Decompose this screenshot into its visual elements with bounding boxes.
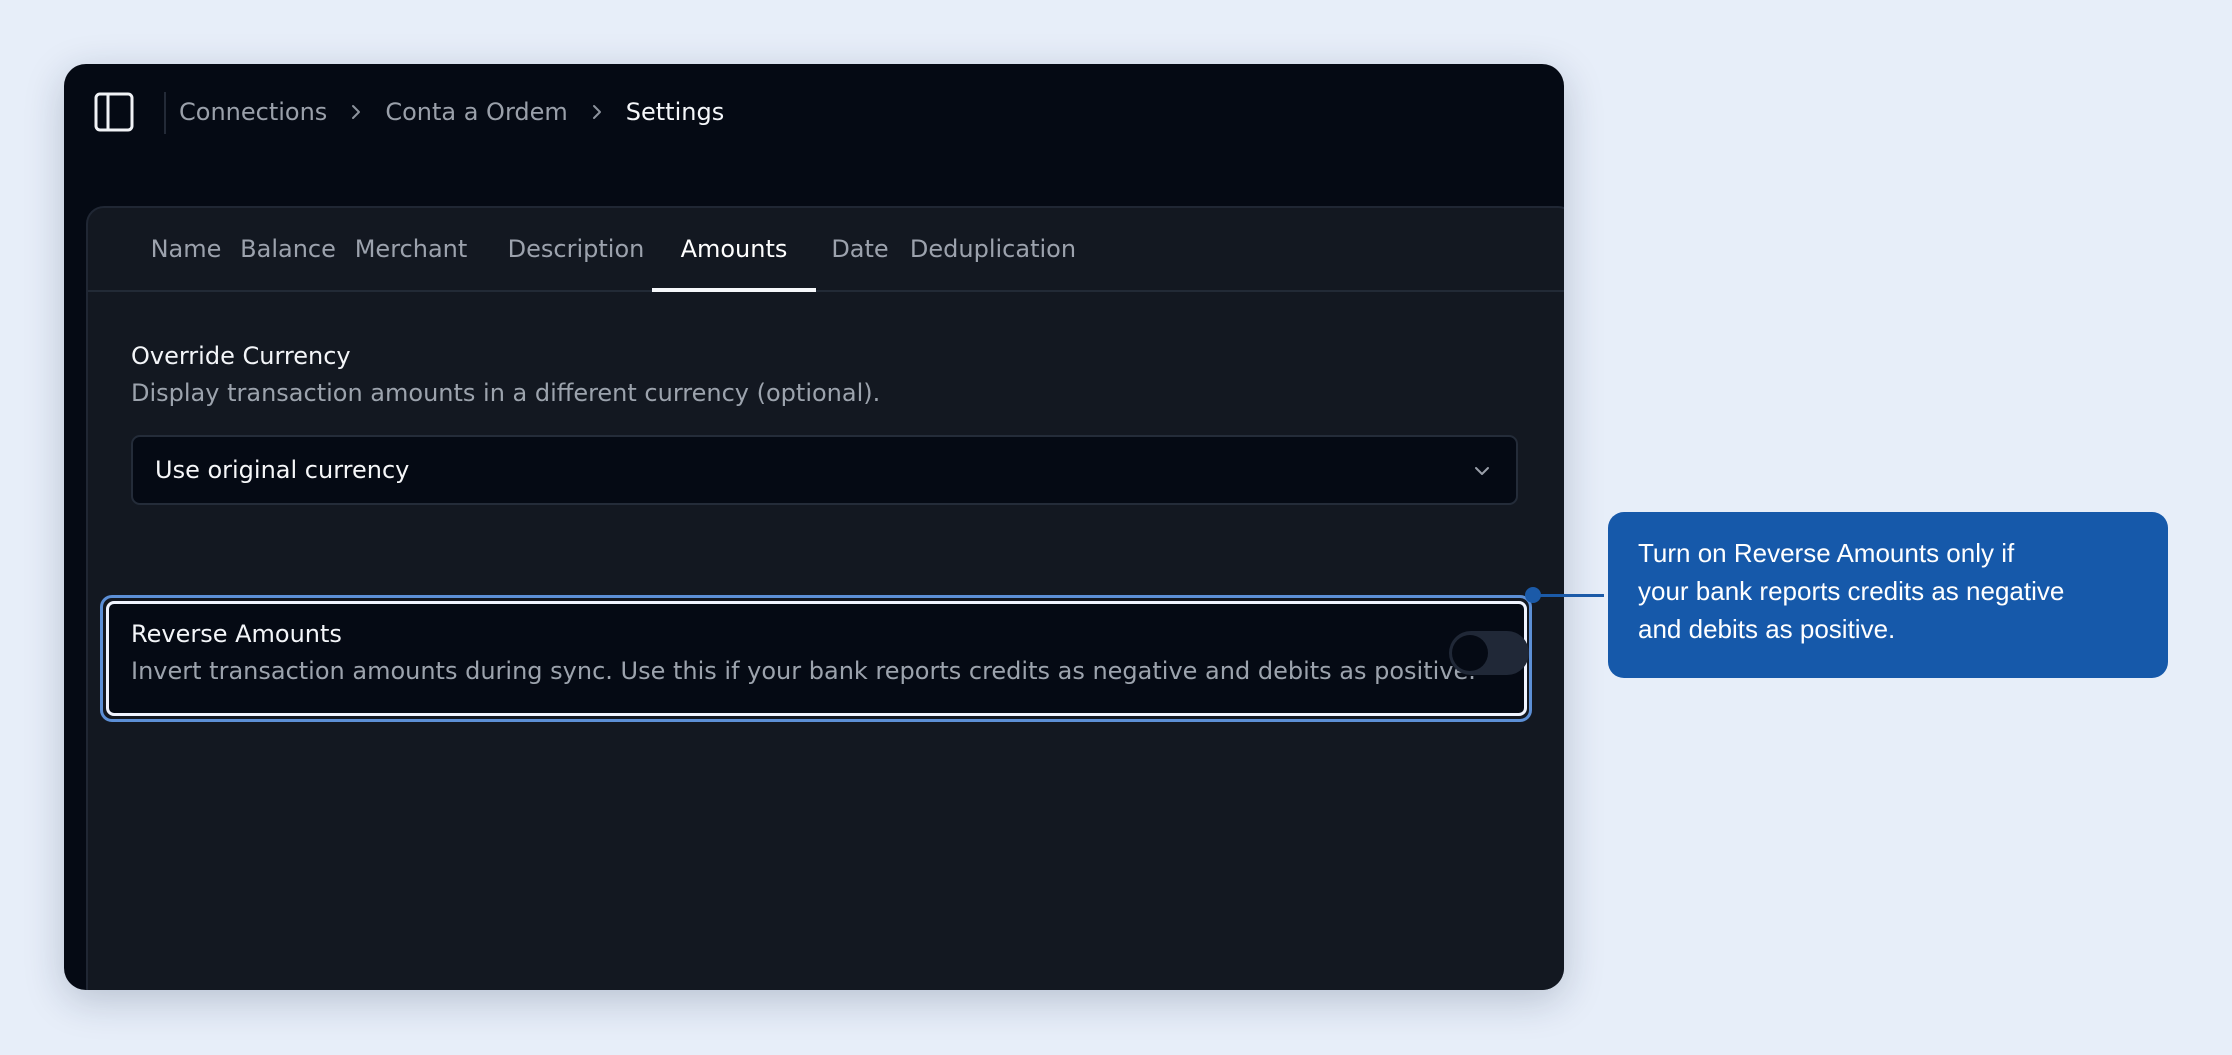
tab-date[interactable]: Date bbox=[830, 208, 890, 290]
settings-panel: Name Balance Merchant Description Amount… bbox=[86, 206, 1564, 990]
callout-tooltip: Turn on Reverse Amounts only if your ban… bbox=[1608, 512, 2168, 678]
top-bar: Connections Conta a Ordem Settings bbox=[64, 64, 1564, 164]
tab-name[interactable]: Name bbox=[151, 208, 222, 290]
settings-tabs: Name Balance Merchant Description Amount… bbox=[88, 208, 1564, 292]
sidebar-toggle-icon[interactable] bbox=[94, 92, 134, 132]
currency-select-value: Use original currency bbox=[155, 456, 410, 484]
callout-connector-dot bbox=[1525, 587, 1541, 603]
tab-merchant[interactable]: Merchant bbox=[354, 208, 468, 290]
currency-select[interactable]: Use original currency bbox=[131, 435, 1518, 505]
tab-balance[interactable]: Balance bbox=[238, 208, 338, 290]
override-currency-title: Override Currency bbox=[131, 342, 351, 370]
callout-connector-line bbox=[1532, 594, 1604, 597]
reverse-amounts-description: Invert transaction amounts during sync. … bbox=[131, 657, 1476, 685]
toggle-knob bbox=[1452, 635, 1488, 671]
callout-text: Turn on Reverse Amounts only if your ban… bbox=[1638, 538, 2065, 644]
chevron-right-icon bbox=[344, 100, 368, 124]
breadcrumb-connections[interactable]: Connections bbox=[179, 98, 327, 126]
chevron-down-icon bbox=[1471, 460, 1493, 482]
tab-description[interactable]: Description bbox=[486, 208, 666, 290]
breadcrumb-current-settings: Settings bbox=[625, 98, 725, 126]
reverse-amounts-toggle[interactable] bbox=[1449, 631, 1529, 675]
chevron-right-icon bbox=[585, 100, 609, 124]
top-bar-divider bbox=[164, 92, 166, 134]
tab-amounts[interactable]: Amounts bbox=[652, 208, 816, 292]
breadcrumb-conta-a-ordem[interactable]: Conta a Ordem bbox=[385, 98, 567, 126]
reverse-amounts-title: Reverse Amounts bbox=[131, 620, 342, 648]
reverse-amounts-card: Reverse Amounts Invert transaction amoun… bbox=[106, 601, 1529, 716]
tab-deduplication[interactable]: Deduplication bbox=[908, 208, 1078, 290]
override-currency-description: Display transaction amounts in a differe… bbox=[131, 379, 881, 407]
app-window: Connections Conta a Ordem Settings Name … bbox=[64, 64, 1564, 990]
breadcrumb: Connections Conta a Ordem Settings bbox=[179, 94, 724, 130]
